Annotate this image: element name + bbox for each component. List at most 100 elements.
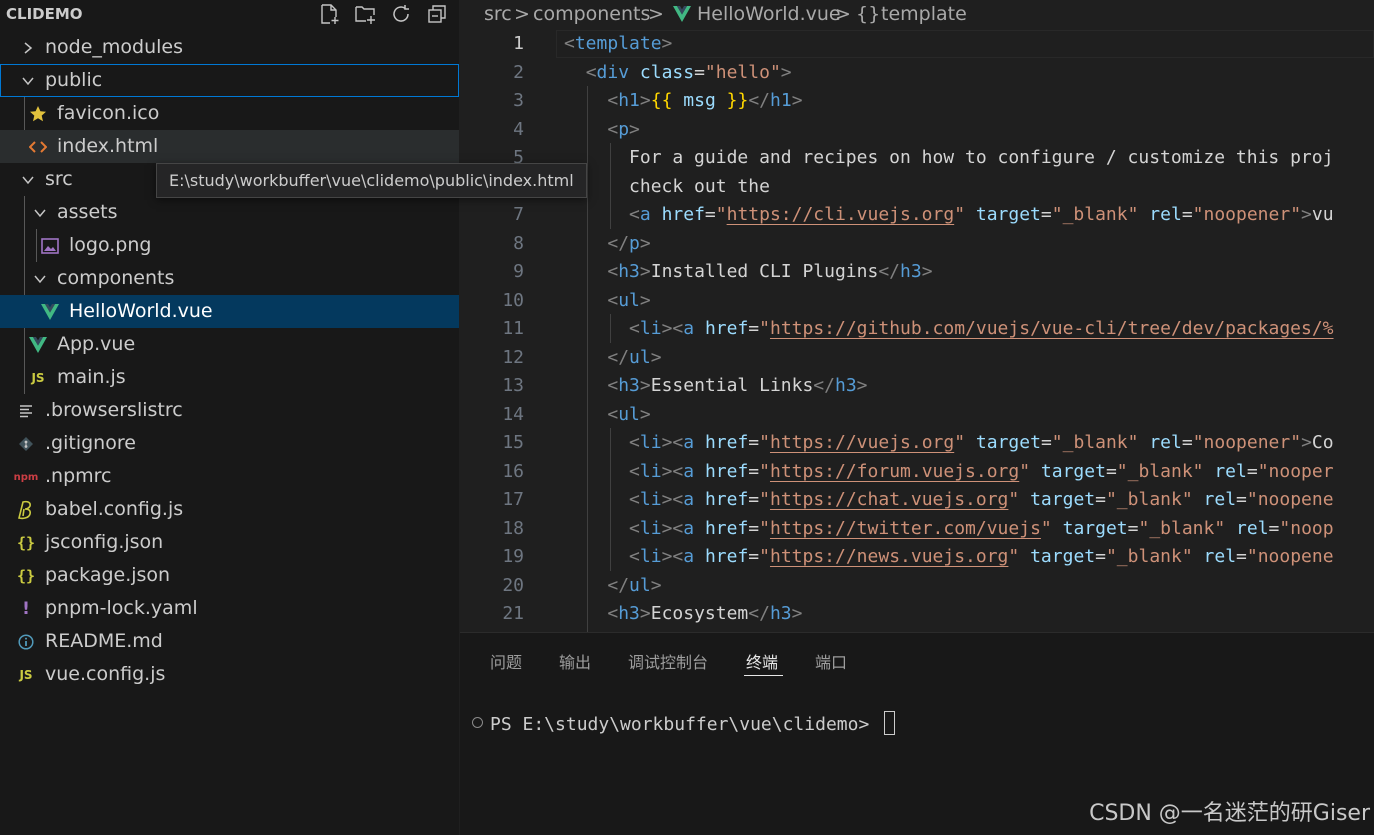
code-editor[interactable]: 1 2 3 4 5 6 7 8 9 10 11 12 13 14 15 16 1… [460,30,1374,632]
json-icon: {} [16,534,36,552]
new-folder-icon[interactable] [354,3,378,27]
tree-item-npmrc[interactable]: npm .npmrc [0,460,459,493]
breadcrumb-item-file[interactable]: HelloWorld.vue [697,3,841,25]
collapse-all-icon[interactable] [426,3,450,27]
terminal-prompt: PS E:\study\workbuffer\vue\clidemo> [490,714,881,735]
html-icon [28,137,48,157]
tree-item-favicon[interactable]: favicon.ico [0,97,459,130]
tree-item-label: README.md [45,630,163,652]
tree-item-logo-png[interactable]: logo.png [0,229,459,262]
tree-item-babel-config[interactable]: babel.config.js [0,493,459,526]
active-tab-indicator [744,675,783,676]
code-line: <li><a href="https://vuejs.org" target="… [629,432,1334,453]
tree-item-main-js[interactable]: JS main.js [0,361,459,394]
tree-item-node-modules[interactable]: node_modules [0,31,459,64]
tree-item-label: .browserslistrc [45,399,183,421]
line-number: 2 [513,62,524,83]
symbol-braces-icon: {} [856,3,881,25]
code-line: </p> [607,233,651,254]
breadcrumb-item-components[interactable]: components [533,3,650,25]
explorer-sidebar: CLIDEMO node_modules public favicon.ico … [0,0,459,835]
tree-item-label: jsconfig.json [45,531,164,553]
tree-item-index-html[interactable]: index.html [0,130,459,163]
chevron-down-icon [32,203,48,223]
js-icon: JS [31,371,45,385]
code-line: <p> [607,119,640,140]
js-icon: JS [19,668,33,682]
tree-item-components[interactable]: components [0,262,459,295]
vue-icon [28,335,48,355]
breadcrumb-item-template[interactable]: template [881,3,967,25]
tab-output[interactable]: 输出 [559,649,591,673]
tree-item-label: index.html [57,135,159,157]
tree-item-vue-config[interactable]: JS vue.config.js [0,658,459,691]
tree-item-gitignore[interactable]: .gitignore [0,427,459,460]
tab-debug-console[interactable]: 调试控制台 [628,649,708,673]
line-number: 9 [513,261,524,282]
line-number: 20 [502,575,524,596]
tree-item-label: main.js [57,366,126,388]
tree-item-label: favicon.ico [57,102,160,124]
code-line: check out the [629,176,770,197]
tree-item-label: src [45,168,73,190]
line-number: 17 [502,489,524,510]
bottom-panel: 问题 输出 调试控制台 终端 端口 PS E:\study\workbuffer… [460,632,1374,835]
breadcrumb-item-src[interactable]: src [484,3,512,25]
code-line: <div class="hello"> [585,62,792,83]
line-number: 3 [513,90,524,111]
info-icon [16,632,36,652]
line-number: 8 [513,233,524,254]
tree-item-readme[interactable]: README.md [0,625,459,658]
current-line-highlight [556,30,1374,58]
line-number: 1 [513,33,524,54]
file-path-tooltip: E:\study\workbuffer\vue\clidemo\public\i… [156,163,587,198]
tree-item-app-vue[interactable]: App.vue [0,328,459,361]
tree-item-browserslistrc[interactable]: .browserslistrc [0,394,459,427]
code-line: <template> [564,33,673,54]
tree-item-assets[interactable]: assets [0,196,459,229]
line-number: 12 [502,347,524,368]
tree-item-jsconfig[interactable]: {} jsconfig.json [0,526,459,559]
tree-item-label: .npmrc [45,465,112,487]
code-line: </ul> [607,575,662,596]
tab-problems[interactable]: 问题 [490,649,522,673]
star-icon [28,104,48,124]
line-number: 11 [502,318,524,339]
tab-ports[interactable]: 端口 [815,649,847,673]
breadcrumb-separator: > [514,3,530,25]
line-number: 13 [502,375,524,396]
editor-area: src > components > HelloWorld.vue > {} t… [460,0,1374,632]
code-line: <h3>Essential Links</h3> [607,375,868,396]
refresh-icon[interactable] [390,3,414,27]
code-line: For a guide and recipes on how to config… [629,147,1334,168]
code-line: <li><a href="https://github.com/vuejs/vu… [629,318,1334,339]
line-number: 18 [502,518,524,539]
npm-icon: npm [13,471,39,483]
explorer-header: CLIDEMO [0,0,459,30]
tree-item-helloworld-vue[interactable]: HelloWorld.vue [0,295,459,328]
project-title[interactable]: CLIDEMO [6,5,83,23]
line-number: 19 [502,546,524,567]
code-line: <ul> [607,290,651,311]
code-line: <h3>Installed CLI Plugins</h3> [607,261,933,282]
tree-item-label: public [45,69,103,91]
code-line: <a href="https://cli.vuejs.org" target="… [629,204,1334,225]
terminal-status-icon [472,717,483,728]
line-number: 15 [502,432,524,453]
tree-item-pnpm-lock[interactable]: ! pnpm-lock.yaml [0,592,459,625]
chevron-down-icon [32,269,48,289]
line-number: 10 [502,290,524,311]
breadcrumb-separator: > [648,3,664,25]
tab-terminal[interactable]: 终端 [746,649,778,673]
new-file-icon[interactable] [318,3,342,27]
terminal-prompt-line[interactable]: PS E:\study\workbuffer\vue\clidemo> [490,711,896,735]
code-line: <li><a href="https://news.vuejs.org" tar… [629,546,1334,567]
tree-item-label: logo.png [69,234,152,256]
vue-icon [40,302,60,322]
tree-item-public[interactable]: public [0,64,459,97]
tree-item-label: App.vue [57,333,136,355]
tree-item-label: pnpm-lock.yaml [45,597,198,619]
image-icon [40,236,60,256]
chevron-down-icon [20,170,36,190]
tree-item-package-json[interactable]: {} package.json [0,559,459,592]
